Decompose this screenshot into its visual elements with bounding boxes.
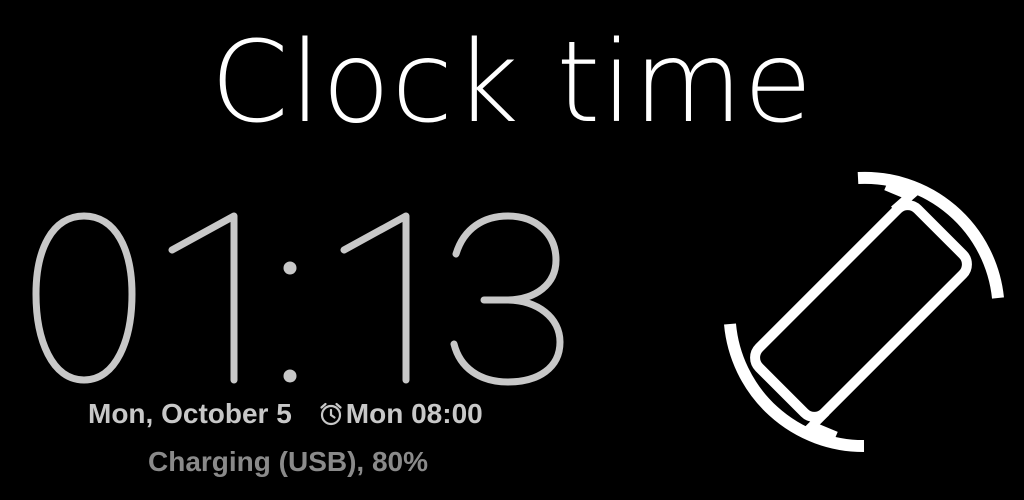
clock-time-display — [22, 172, 582, 412]
clock-digit-hours-ones — [168, 212, 238, 384]
clock-digit-hours-tens — [32, 212, 136, 384]
clock-colon-bottom — [283, 369, 297, 383]
alarm-clock-icon — [318, 401, 344, 427]
next-alarm: Mon 08:00 — [318, 398, 483, 430]
app-title: Clock time — [210, 18, 814, 148]
charging-status: Charging (USB), 80% — [148, 446, 429, 477]
status-row: Mon, October 5 Mon 08:00 — [88, 396, 483, 432]
clock-digit-minutes-tens — [340, 212, 410, 384]
clock-digit-minutes-ones — [450, 212, 564, 386]
clock-colon-top — [283, 261, 297, 275]
screen-rotation-icon[interactable] — [718, 168, 1004, 454]
date-label: Mon, October 5 — [88, 398, 292, 429]
alarm-time-label: Mon 08:00 — [345, 398, 483, 429]
